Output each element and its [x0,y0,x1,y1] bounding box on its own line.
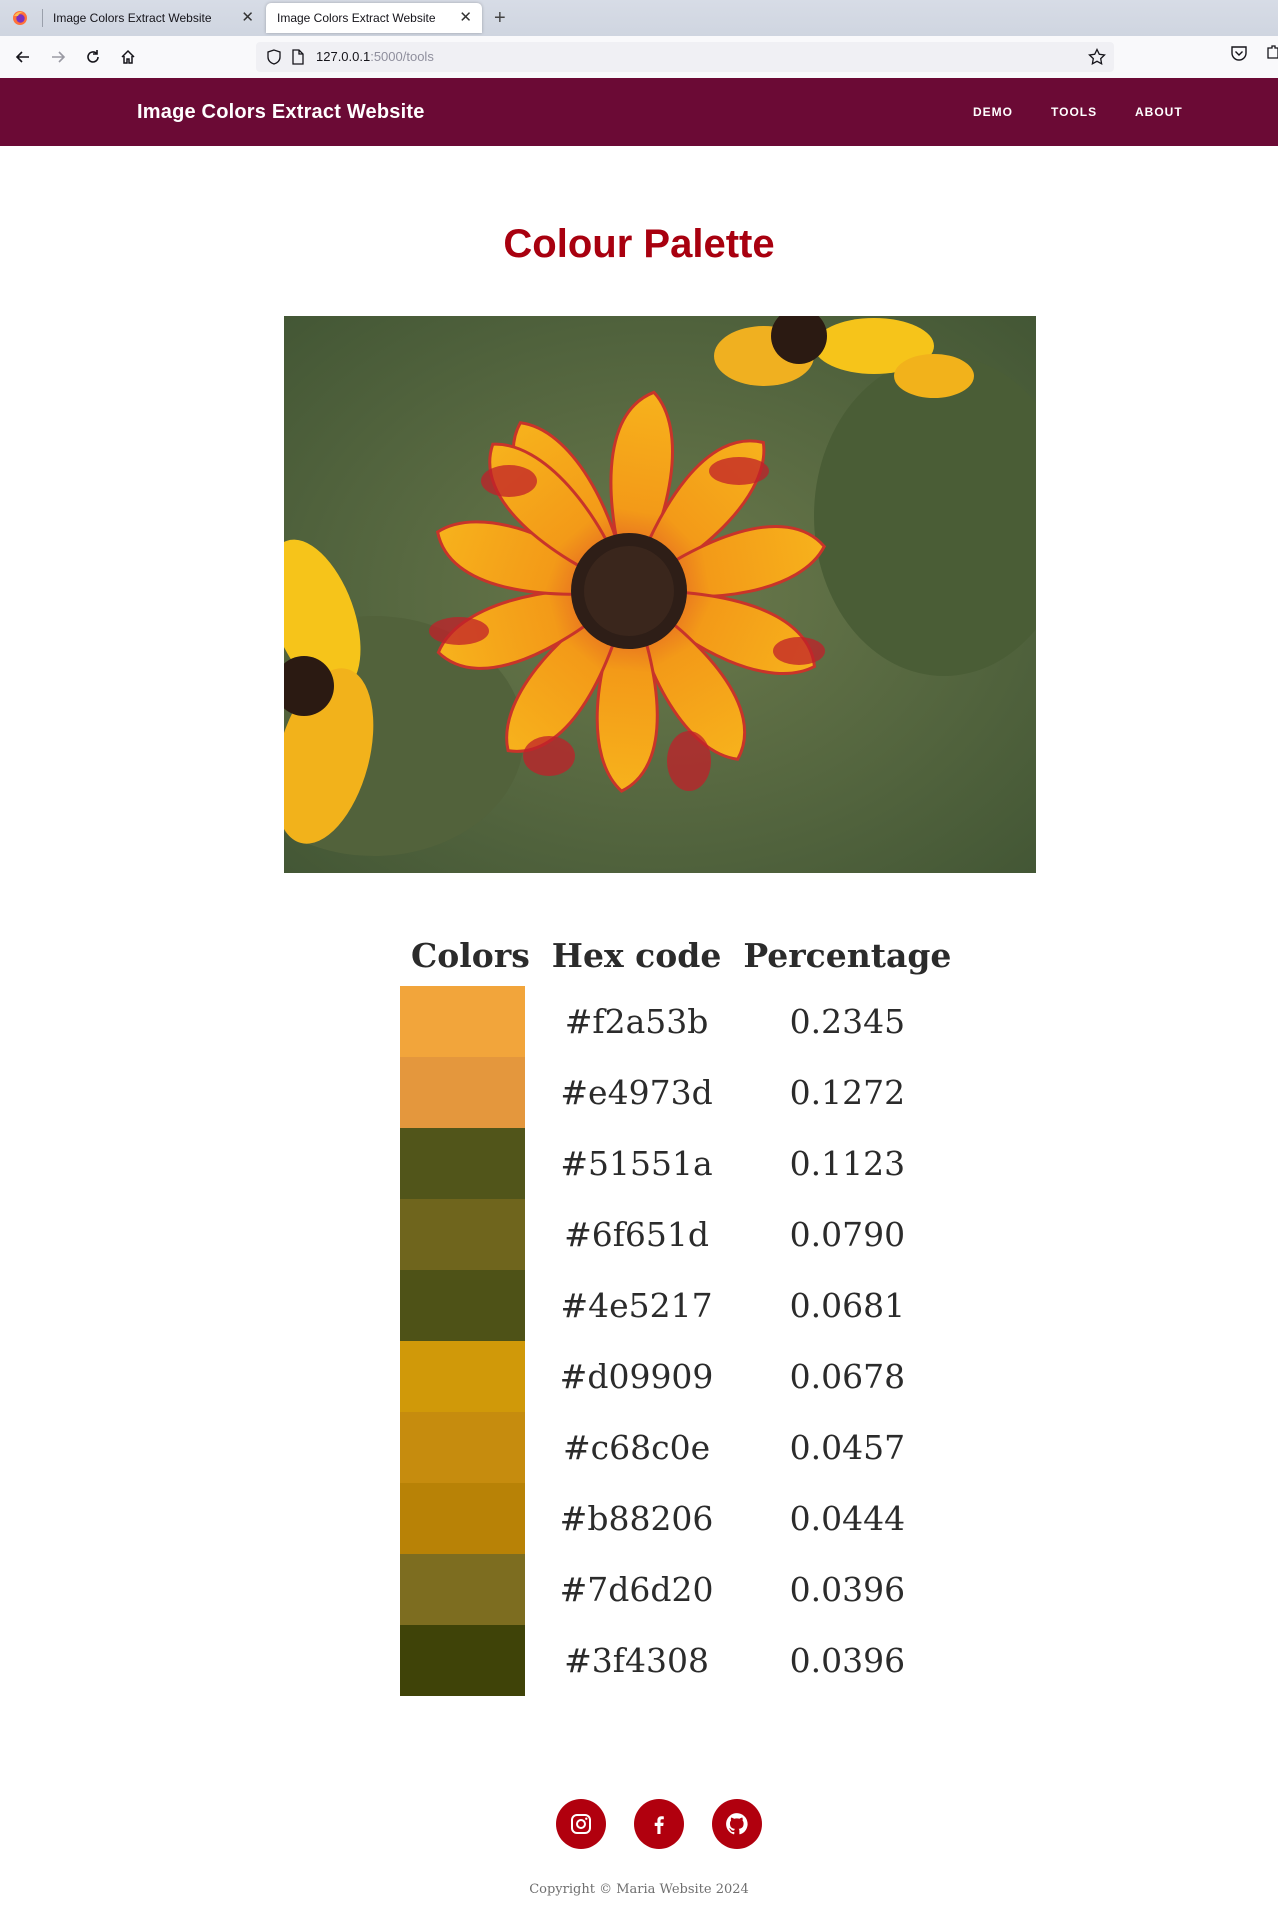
url-path: :5000/tools [370,49,434,64]
header-hex: Hex code [551,935,722,975]
tab-active[interactable]: Image Colors Extract Website ✕ [266,3,482,33]
hex-code: #b88206 [559,1499,714,1538]
back-icon[interactable] [11,45,35,69]
address-bar[interactable]: 127.0.0.1:5000/tools [256,42,1114,72]
facebook-button[interactable] [634,1799,684,1849]
swatch-cell [400,1270,541,1341]
pocket-icon[interactable] [1230,44,1248,62]
instagram-button[interactable] [556,1799,606,1849]
nav-tools[interactable]: TOOLS [1051,78,1097,146]
github-button[interactable] [712,1799,762,1849]
browser-tab-bar: Image Colors Extract Website ✕ Image Col… [0,0,1278,36]
percentage: 0.0444 [789,1499,906,1538]
swatch-cell [400,1625,541,1696]
palette-rows: #f2a53b 0.2345 #e4973d 0.1272 #51551a 0.… [400,986,962,1696]
table-row: #e4973d 0.1272 [400,1057,962,1128]
color-swatch [400,1412,525,1483]
color-swatch [400,1554,525,1625]
table-row: #6f651d 0.0790 [400,1199,962,1270]
new-tab-icon[interactable]: + [494,3,506,33]
table-row: #7d6d20 0.0396 [400,1554,962,1625]
percentage: 0.0396 [789,1641,906,1680]
hex-code: #3f4308 [564,1641,709,1680]
color-swatch [400,1341,525,1412]
forward-icon[interactable] [46,45,70,69]
firefox-icon[interactable] [12,10,28,26]
color-swatch [400,1128,525,1199]
hex-code: #4e5217 [560,1286,713,1325]
copyright: Copyright © Maria Website 2024 [529,1882,749,1897]
swatch-cell [400,1057,541,1128]
url-host: 127.0.0.1 [316,49,371,64]
table-row: #d09909 0.0678 [400,1341,962,1412]
percentage: 0.1123 [789,1144,906,1183]
tab-close-icon[interactable]: ✕ [241,3,254,33]
hex-code: #6f651d [564,1215,710,1254]
color-swatch [400,1057,525,1128]
shield-icon[interactable] [266,49,282,65]
percentage: 0.2345 [789,1002,906,1041]
color-swatch [400,1199,525,1270]
hex-code: #e4973d [560,1073,713,1112]
hex-code: #51551a [560,1144,713,1183]
uploaded-image [284,316,1036,873]
color-swatch [400,986,525,1057]
hex-code: #f2a53b [564,1002,709,1041]
header-percentage: Percentage [743,935,952,975]
percentage: 0.0678 [789,1357,906,1396]
percentage: 0.0790 [789,1215,906,1254]
swatch-cell [400,1554,541,1625]
table-header-row: Colors Hex code Percentage [400,924,962,986]
instagram-icon [571,1814,591,1834]
page-info-icon[interactable] [291,49,305,65]
facebook-icon [654,1816,664,1834]
extensions-icon[interactable] [1266,44,1278,62]
tab-close-icon[interactable]: ✕ [459,3,472,33]
bookmark-star-icon[interactable] [1088,48,1106,66]
tab-inactive[interactable]: Image Colors Extract Website ✕ [42,3,264,33]
percentage: 0.0396 [789,1570,906,1609]
percentage: 0.0457 [789,1428,906,1467]
table-row: #c68c0e 0.0457 [400,1412,962,1483]
percentage: 0.1272 [789,1073,906,1112]
hex-code: #d09909 [559,1357,714,1396]
home-icon[interactable] [116,45,140,69]
table-row: #3f4308 0.0396 [400,1625,962,1696]
url-text[interactable]: 127.0.0.1:5000/tools [316,42,434,72]
tab-title: Image Colors Extract Website [277,11,436,25]
tab-title: Image Colors Extract Website [53,11,212,25]
hex-code: #7d6d20 [559,1570,714,1609]
page-title: Colour Palette [503,222,775,266]
header-colors: Colors [411,935,530,975]
browser-toolbar: 127.0.0.1:5000/tools [0,36,1278,79]
site-header: Image Colors Extract Website DEMO TOOLS … [0,78,1278,146]
table-row: #f2a53b 0.2345 [400,986,962,1057]
table-row: #4e5217 0.0681 [400,1270,962,1341]
reload-icon[interactable] [81,45,105,69]
swatch-cell [400,1412,541,1483]
color-swatch [400,1483,525,1554]
color-swatch [400,1270,525,1341]
swatch-cell [400,1199,541,1270]
swatch-cell [400,1128,541,1199]
percentage: 0.0681 [789,1286,906,1325]
swatch-cell [400,1341,541,1412]
nav-about[interactable]: ABOUT [1135,78,1183,146]
site-brand[interactable]: Image Colors Extract Website [137,78,425,146]
palette-table: Colors Hex code Percentage #f2a53b 0.234… [400,924,962,1696]
table-row: #b88206 0.0444 [400,1483,962,1554]
hex-code: #c68c0e [562,1428,711,1467]
color-swatch [400,1625,525,1696]
github-icon [726,1813,748,1835]
nav-demo[interactable]: DEMO [973,78,1013,146]
swatch-cell [400,986,541,1057]
swatch-cell [400,1483,541,1554]
table-row: #51551a 0.1123 [400,1128,962,1199]
